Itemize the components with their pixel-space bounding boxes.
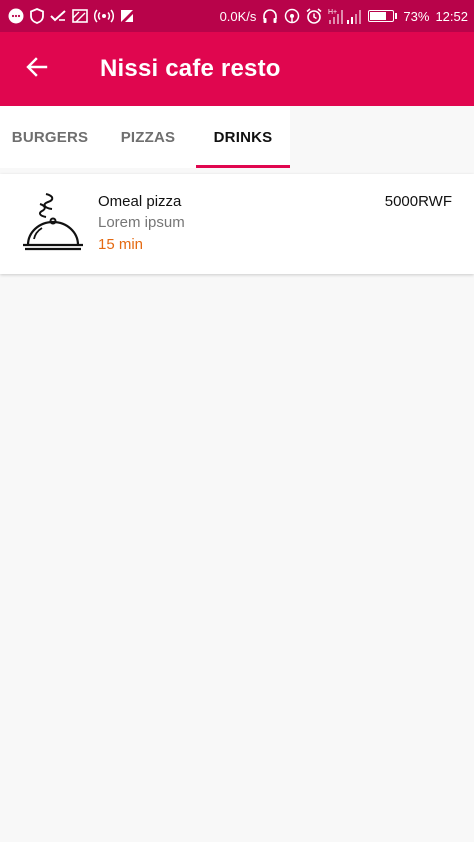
cast-icon bbox=[72, 7, 88, 25]
hotspot-icon bbox=[94, 7, 114, 25]
signal-icon: H+ bbox=[328, 7, 362, 25]
item-description: Lorem ipsum bbox=[98, 214, 185, 231]
item-name: Omeal pizza bbox=[98, 193, 182, 210]
status-bar-left bbox=[8, 7, 134, 25]
play-icon bbox=[120, 7, 134, 25]
app-bar: Nissi cafe resto bbox=[0, 32, 474, 106]
status-bar-right: 0.0K/s H+ 73% 12:52 bbox=[220, 7, 468, 25]
battery-percent: 73% bbox=[403, 8, 430, 24]
battery-icon bbox=[368, 10, 398, 22]
tab-pizzas[interactable]: PIZZAS bbox=[100, 106, 196, 168]
food-cloche-icon bbox=[20, 190, 86, 254]
menu-item-card[interactable]: Omeal pizza Lorem ipsum 15 min 5000RWF bbox=[0, 174, 474, 274]
tab-burgers[interactable]: BURGERS bbox=[0, 106, 100, 168]
alarm-icon bbox=[306, 7, 322, 25]
tab-drinks[interactable]: DRINKS bbox=[196, 106, 290, 168]
page-title: Nissi cafe resto bbox=[100, 55, 281, 82]
arrow-back-icon bbox=[25, 55, 49, 84]
network-speed: 0.0K/s bbox=[219, 8, 257, 24]
status-time: 12:52 bbox=[435, 8, 468, 24]
chat-icon bbox=[8, 7, 24, 25]
shield-icon bbox=[30, 7, 44, 25]
back-button[interactable] bbox=[19, 51, 55, 87]
item-time: 15 min bbox=[98, 236, 144, 253]
headphones-icon bbox=[262, 7, 278, 25]
check-icon bbox=[50, 7, 66, 25]
status-bar: 0.0K/s H+ 73% 12:52 bbox=[0, 0, 474, 32]
tab-group: BURGERS PIZZAS DRINKS bbox=[0, 106, 290, 168]
signal-label: H+ bbox=[328, 9, 337, 16]
tab-bar: BURGERS PIZZAS DRINKS bbox=[0, 106, 474, 168]
item-price: 5000RWF bbox=[384, 193, 452, 210]
wifi-icon bbox=[284, 7, 300, 25]
